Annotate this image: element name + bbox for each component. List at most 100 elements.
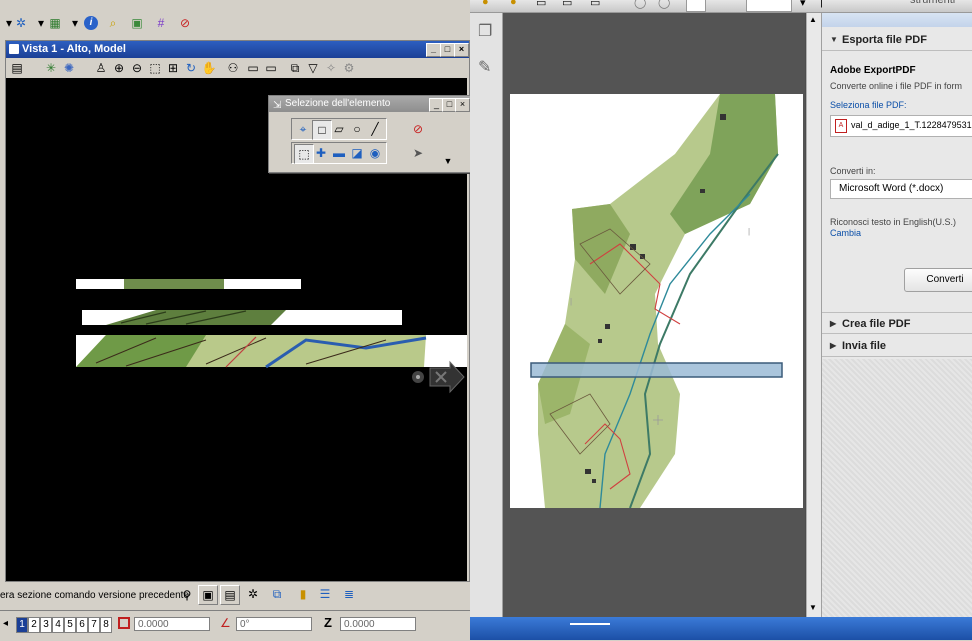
message-center-icon[interactable]: ▤ — [220, 585, 240, 605]
no-entry-icon[interactable]: ⊘ — [176, 14, 194, 32]
circle-select-icon[interactable]: ○ — [348, 120, 366, 138]
send-files-header[interactable]: ▶ Invia file — [822, 335, 972, 357]
view-button-2[interactable]: 2 — [28, 617, 40, 633]
format-select-value: Microsoft Word (*.docx) — [839, 183, 944, 194]
rotate-view-icon[interactable]: ↻ — [182, 59, 200, 77]
pointer-icon[interactable]: ➤ — [409, 144, 427, 162]
taskbar-glow — [570, 623, 610, 625]
new-selection-icon[interactable]: ⬚ — [294, 144, 314, 164]
display-style-icon[interactable]: ✺ — [60, 59, 78, 77]
export-pdf-header[interactable]: ▼ Esporta file PDF — [822, 29, 972, 51]
view-button-6[interactable]: 6 — [76, 617, 88, 633]
selection-method-group: ⌖ □ ▱ ○ ╱ — [291, 118, 387, 140]
pan-icon[interactable]: ✋ — [200, 59, 218, 77]
walk-icon[interactable]: ⚇ — [224, 59, 242, 77]
collapse-icon: ▼ — [830, 35, 838, 44]
copy-view-icon[interactable]: ⧉ — [286, 59, 304, 77]
invert-selection-icon[interactable]: ◪ — [348, 144, 366, 162]
map-page-drawing: | | — [530, 94, 783, 509]
shape-select-icon[interactable]: ▱ — [330, 120, 348, 138]
page-number-field[interactable] — [686, 0, 706, 12]
file-field[interactable]: A val_d_adige_1_T.1228479531 — [830, 115, 972, 137]
select-all-icon[interactable]: ◉ — [366, 144, 384, 162]
x-coordinate-field[interactable]: 0.0000 — [134, 617, 210, 631]
open-icon[interactable]: ● — [510, 0, 517, 8]
zoom-out-icon[interactable]: ⊖ — [128, 59, 146, 77]
restore-button[interactable]: □ — [440, 43, 455, 57]
find-icon[interactable]: ⌕ — [104, 14, 122, 32]
format-select[interactable]: Microsoft Word (*.docx) — [830, 179, 972, 199]
select-arrow-icon: ⇲ — [273, 100, 282, 111]
tentative-icon[interactable]: ▮ — [294, 585, 312, 603]
view-attributes-icon[interactable]: ▤ — [8, 59, 26, 77]
view-settings-icon[interactable]: ⚙ — [340, 59, 358, 77]
view-button-7[interactable]: 7 — [88, 617, 100, 633]
previous-view-icon[interactable]: ▭ — [244, 59, 262, 77]
render-icon[interactable]: ✳ — [42, 59, 60, 77]
zoom-in-icon[interactable]: ⊕ — [110, 59, 128, 77]
scroll-left-icon[interactable]: ◂ — [3, 618, 8, 629]
change-language-link[interactable]: Cambia — [830, 228, 861, 238]
list-icon[interactable]: ☰ — [316, 585, 334, 603]
view-button-5[interactable]: 5 — [64, 617, 76, 633]
attachments-icon[interactable]: ✎ — [478, 57, 491, 77]
document-scrollbar[interactable]: ▲ ▼ — [806, 13, 821, 617]
close-button[interactable]: × — [454, 43, 469, 57]
clip-volume-icon[interactable]: ▽ — [304, 59, 322, 77]
minimize-button[interactable]: _ — [426, 43, 441, 57]
main-toolbar: ▾ ✲ ▾ ▦ ▾ i ⌕ ▣ # ⊘ — [0, 0, 470, 40]
pages-panel-icon[interactable]: ❐ — [478, 21, 492, 41]
next-page-icon[interactable]: ◯ — [658, 0, 670, 9]
add-selection-icon[interactable]: ✚ — [312, 144, 330, 162]
view-button-4[interactable]: 4 — [52, 617, 64, 633]
align-icon[interactable]: ≣ — [340, 585, 358, 603]
settings-icon[interactable]: ✲ — [244, 585, 262, 603]
angle-field[interactable]: 0° — [236, 617, 312, 631]
microphone-icon[interactable]: ⚲ — [178, 586, 196, 604]
image-icon[interactable]: ▣ — [128, 14, 146, 32]
reference-icon[interactable]: ⧉ — [268, 585, 286, 603]
prev-page-icon[interactable]: ◯ — [634, 0, 646, 9]
tools-label[interactable]: strumenti — [910, 0, 955, 6]
window-area-icon[interactable]: ⬚ — [146, 59, 164, 77]
z-label: Z — [324, 615, 332, 630]
create-pdf-header[interactable]: ▶ Crea file PDF — [822, 312, 972, 334]
pdf-page[interactable]: | | — [510, 94, 803, 509]
print-icon[interactable]: ▭ — [562, 0, 572, 9]
save-icon[interactable]: ▭ — [536, 0, 546, 9]
block-select-icon[interactable]: □ — [312, 120, 332, 140]
convert-to-label: Converti in: — [830, 166, 876, 176]
element-selection-palette: ⇲ Selezione dell'elemento _ □ × ⌖ □ ▱ ○ … — [268, 95, 472, 173]
z-coordinate-field[interactable]: 0.0000 — [340, 617, 416, 631]
individual-select-icon[interactable]: ⌖ — [294, 120, 312, 138]
expand-palette-icon[interactable]: ▼ — [439, 152, 457, 170]
camera-icon[interactable]: ✧ — [322, 59, 340, 77]
convert-button[interactable]: Converti — [904, 268, 972, 292]
create-icon[interactable]: ● — [482, 0, 489, 8]
next-view-icon[interactable]: ▭ — [262, 59, 280, 77]
line-select-icon[interactable]: ╱ — [366, 120, 384, 138]
snap-icon[interactable]: ✲ — [12, 14, 30, 32]
info-icon[interactable]: i — [82, 14, 100, 32]
view-button-1[interactable]: 1 — [16, 617, 28, 633]
status-bar: era sezione comando versione precedente … — [0, 582, 470, 610]
view-button-3[interactable]: 3 — [40, 617, 52, 633]
level-icon[interactable]: ▦ — [46, 14, 64, 32]
snap-mode-icon[interactable]: ▣ — [198, 585, 218, 605]
scroll-down-icon[interactable]: ▼ — [809, 603, 817, 612]
service-description: Converte online i file PDF in form — [830, 81, 963, 91]
palette-title-bar[interactable]: ⇲ Selezione dell'elemento _ □ × — [269, 96, 471, 112]
palette-close-button[interactable]: × — [455, 98, 470, 112]
expand-icon: ▶ — [830, 341, 837, 350]
scroll-up-icon[interactable]: ▲ — [809, 15, 817, 24]
email-icon[interactable]: ▭ — [590, 0, 600, 9]
view-button-8[interactable]: 8 — [100, 617, 112, 633]
svg-text:|: | — [570, 297, 572, 306]
zoom-dropdown-icon[interactable]: ▾ — [800, 0, 806, 9]
zoom-field[interactable] — [746, 0, 792, 12]
fit-view-icon[interactable]: ⊞ — [164, 59, 182, 77]
update-view-icon[interactable]: ♙ — [92, 59, 110, 77]
deselect-all-icon[interactable]: ⊘ — [409, 120, 427, 138]
subtract-selection-icon[interactable]: ▬ — [330, 144, 348, 162]
grid-icon[interactable]: # — [152, 14, 170, 32]
